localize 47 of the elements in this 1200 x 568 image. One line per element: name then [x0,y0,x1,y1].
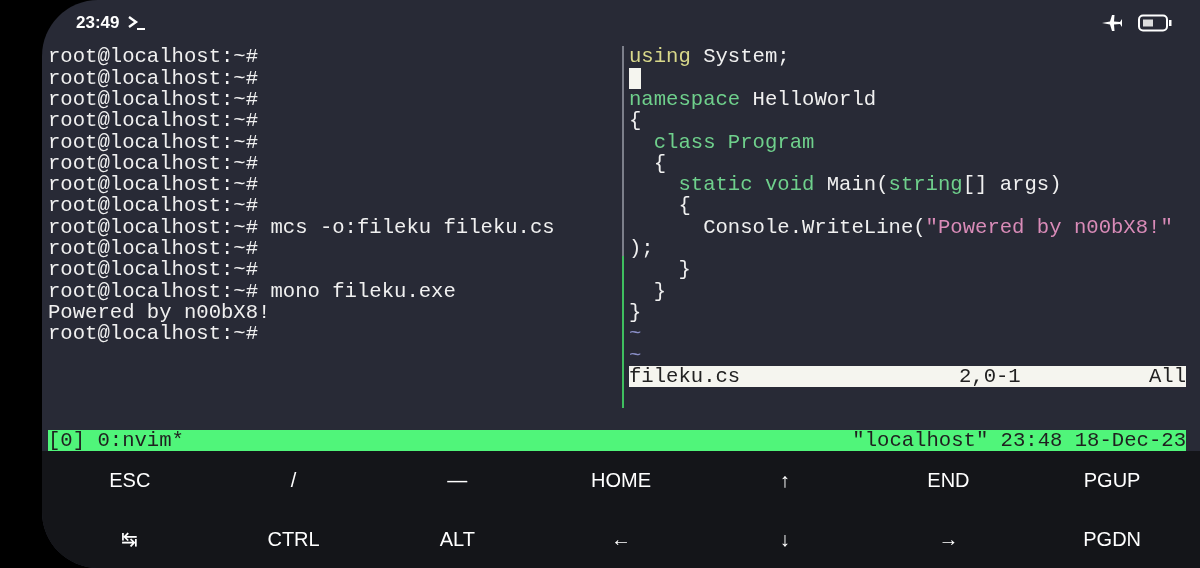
extra-key[interactable]: → [866,509,1031,568]
terminal-line: root@localhost:~# [48,151,259,175]
code-line: class Program [652,130,815,154]
code-line: Console.WriteLine("Powered by n00bX8!" [702,215,1173,239]
tmux-status-bar: [0] 0:nvim* "localhost" 23:48 18-Dec-23 [48,429,1186,451]
terminal-line: root@localhost:~# [48,109,259,133]
terminal-line: root@localhost:~# mono fileku.exe [48,279,456,303]
empty-line-marker: ~ [629,322,642,346]
terminal-line: root@localhost:~# [48,237,259,261]
terminal-line: root@localhost:~# [48,258,259,282]
extra-key[interactable]: — [375,451,540,510]
code-line: ); [629,237,654,261]
terminal-line: root@localhost:~# [48,45,259,69]
terminal-line: root@localhost:~# [48,173,259,197]
terminal-line: root@localhost:~# [48,66,259,90]
code-line: } [629,300,642,324]
extra-key[interactable]: HOME [539,451,703,510]
code-line: { [629,109,642,133]
terminal-line: Powered by n00bX8! [48,300,271,324]
extra-key[interactable]: / [211,451,376,510]
extra-key[interactable]: ← [539,509,703,568]
code-line: namespace HelloWorld [629,88,877,111]
battery-icon [1138,14,1172,33]
terminal-line: root@localhost:~# [48,130,259,154]
terminal-line: root@localhost:~# [48,322,259,346]
extra-key[interactable]: END [866,451,1031,510]
extra-key[interactable]: PGDN [1030,509,1194,568]
airplane-icon [1102,14,1122,33]
code-line: using System; [629,45,790,69]
empty-line-marker: ~ [629,343,642,367]
extra-key[interactable]: ALT [375,509,540,568]
extra-key[interactable]: ↑ [702,451,867,510]
terminal-line: root@localhost:~# [48,88,259,111]
code-line: } [652,279,667,303]
extra-key[interactable]: CTRL [211,509,376,568]
clock-time: 23:49 [76,12,120,35]
code-line: { [652,151,667,175]
extra-key[interactable]: ESC [48,451,212,510]
terminal-icon [127,15,148,32]
code-line: static void Main(string[] args) [677,173,1062,197]
extra-key[interactable]: ↹ [48,509,212,568]
extra-key[interactable]: ↓ [702,509,867,568]
code-line: { [677,194,691,218]
terminal-line: root@localhost:~# [48,194,259,218]
extra-key[interactable]: PGUP [1030,451,1194,510]
code-line: } [677,258,691,282]
terminal-line: root@localhost:~# mcs -o:fileku fileku.cs [48,215,555,239]
